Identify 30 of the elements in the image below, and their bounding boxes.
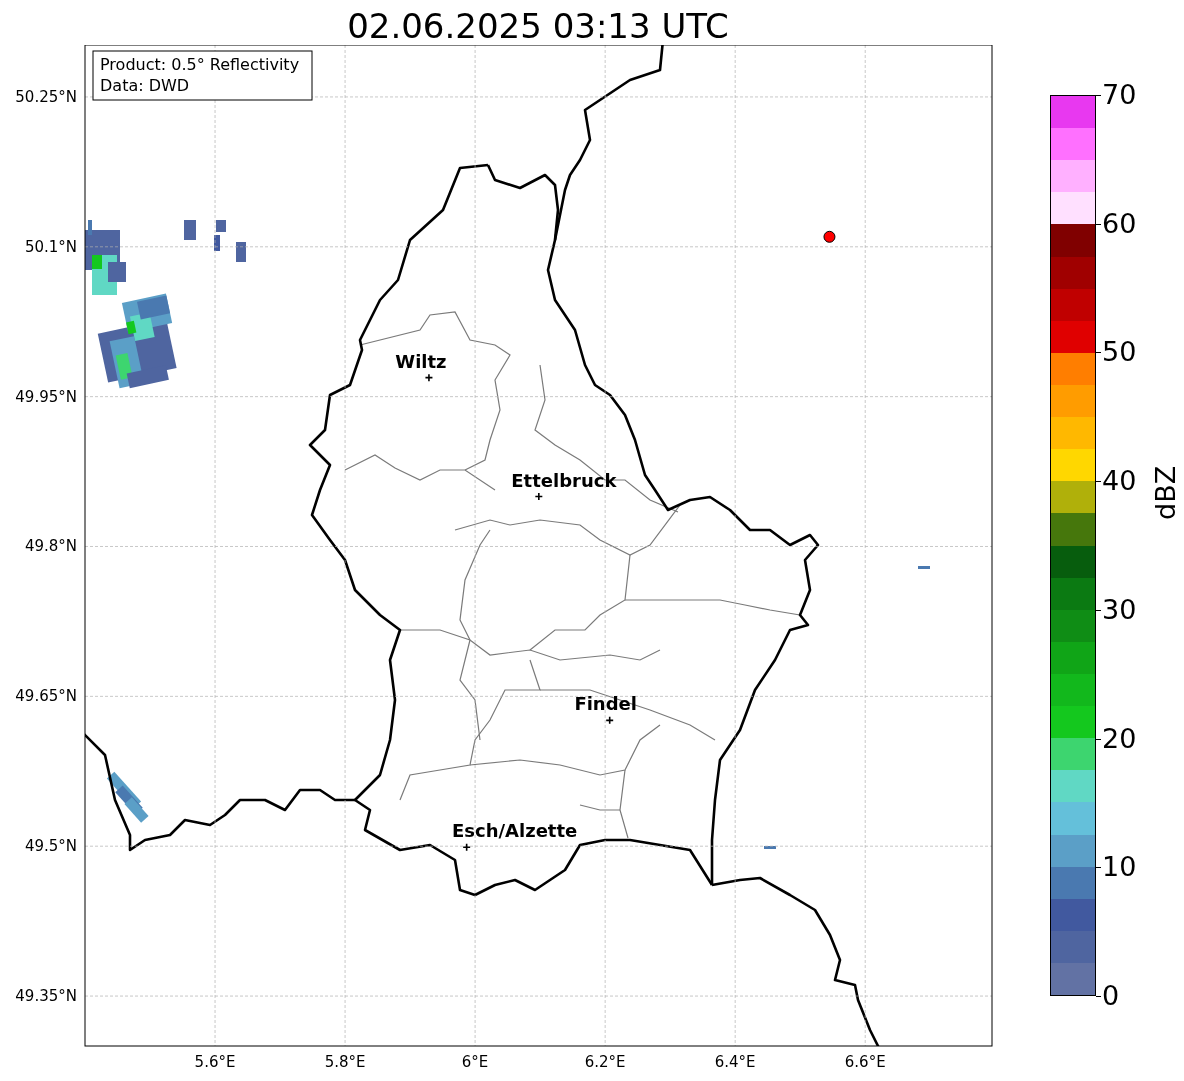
colorbar-tick-label: 0 [1102, 981, 1120, 1011]
axis-tick-label: 6°E [461, 1053, 489, 1071]
colorbar-tick-label: 20 [1102, 723, 1137, 754]
colorbar-tick-label: 60 [1102, 208, 1137, 239]
legend-text: Product: 0.5° Reflectivity [100, 55, 300, 74]
axis-tick-label: 6.4°E [714, 1053, 756, 1071]
colorbar-tick-label: 10 [1102, 852, 1137, 883]
axis-tick-label: 50.25°N [15, 87, 77, 106]
tick-mark [1096, 996, 1101, 997]
legend-text: Data: DWD [100, 76, 190, 95]
axis-tick-label: 6.6°E [844, 1053, 886, 1071]
axis-tick-label: 49.65°N [15, 687, 77, 706]
axis-tick-label: 5.6°E [194, 1053, 236, 1071]
axis-tick-label: 49.35°N [15, 987, 77, 1006]
axis-tick-label: 6.2°E [584, 1053, 626, 1071]
axis-tick-label: 49.95°N [15, 387, 77, 406]
city-label: Ettelbruck [511, 469, 617, 491]
chart-title: 02.06.2025 03:13 UTC [346, 5, 730, 45]
axis-tick-label: 5.8°E [324, 1053, 366, 1071]
axis-tick-label: 49.8°N [24, 537, 77, 556]
colorbar-tick-label: 30 [1102, 594, 1137, 625]
colorbar-tick-label: 40 [1102, 466, 1137, 497]
colorbar-tick-label: 70 [1102, 80, 1137, 110]
city-label: Esch/Alzette [452, 820, 578, 842]
axis-tick-label: 50.1°N [24, 237, 77, 256]
city-label: Findel [574, 693, 637, 715]
colorbar-label: dBZ [1150, 465, 1181, 520]
city-label: Wiltz [395, 350, 447, 372]
colorbar-tick-label: 50 [1102, 337, 1137, 368]
axis-tick-label: 49.5°N [24, 837, 77, 856]
